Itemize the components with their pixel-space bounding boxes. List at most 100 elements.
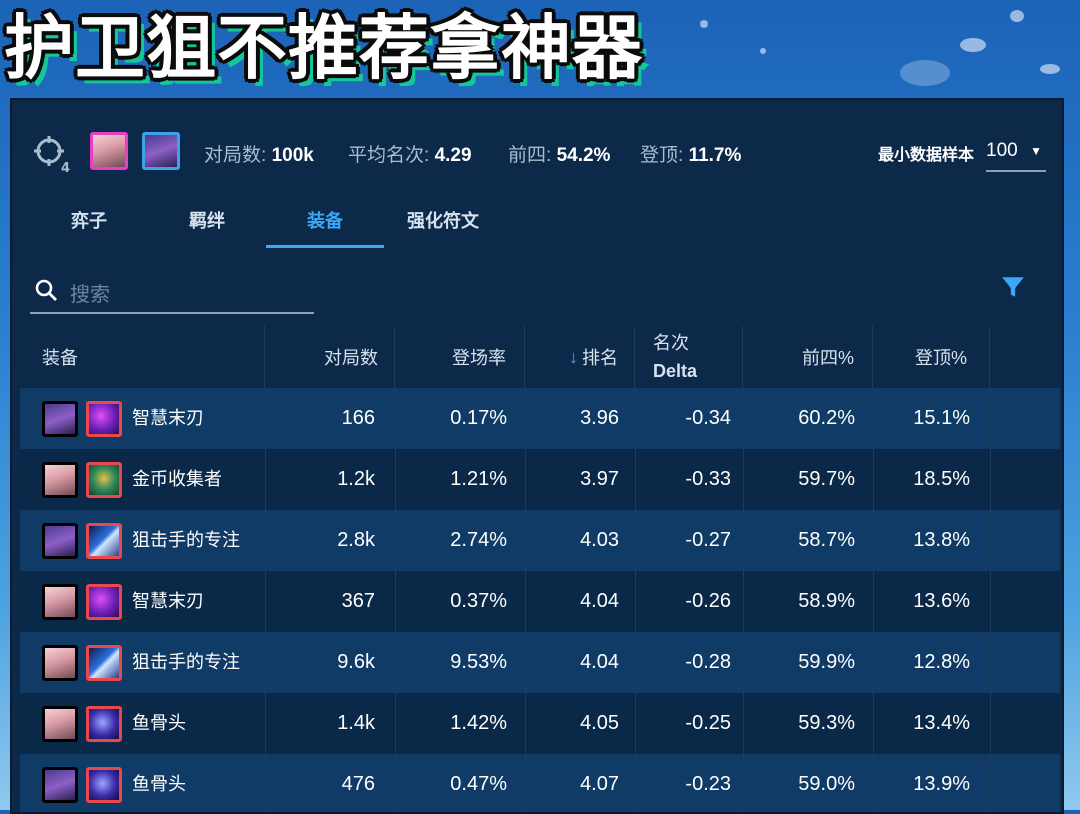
svg-text:4: 4 xyxy=(61,161,70,174)
item-name: 鱼骨头 xyxy=(132,774,186,794)
cell-pick-rate: 0.37% xyxy=(450,590,507,612)
tab-augments[interactable]: 强化符文 xyxy=(384,196,502,248)
cell-win: 13.9% xyxy=(913,773,970,795)
fish-bones-icon[interactable] xyxy=(86,767,122,803)
table-header: 装备 对局数 登场率 ↓ 排名 名次 Delta 前四% 登顶% xyxy=(20,326,1060,388)
cell-win: 15.1% xyxy=(913,407,970,429)
cell-delta: -0.34 xyxy=(685,407,731,429)
table-row[interactable]: 智慧末刃 367 0.37% 4.04 -0.26 58.9% 13.6% xyxy=(20,571,1060,632)
cell-win: 13.8% xyxy=(913,529,970,551)
item-name: 鱼骨头 xyxy=(132,713,186,733)
cell-delta: -0.33 xyxy=(685,468,731,490)
column-divider xyxy=(990,632,991,693)
filter-icon[interactable] xyxy=(1000,274,1026,300)
col-header-place[interactable]: ↓ 排名 xyxy=(525,326,635,388)
champion-avatar[interactable] xyxy=(42,706,78,742)
cell-delta: -0.27 xyxy=(685,529,731,551)
champion-avatar[interactable] xyxy=(42,767,78,803)
column-divider xyxy=(990,449,991,510)
search-icon xyxy=(35,279,57,301)
cell-win: 13.4% xyxy=(913,712,970,734)
arrow-down-icon: ↓ xyxy=(569,346,578,367)
item-name: 智慧末刃 xyxy=(132,408,204,428)
sniper-focus-icon[interactable] xyxy=(86,523,122,559)
col-header-top4[interactable]: 前四% xyxy=(743,326,873,388)
banner-title: 护卫狙不推荐拿神器 xyxy=(4,7,643,89)
team-comp-icon: 4 xyxy=(34,136,70,174)
fish-bones-icon[interactable] xyxy=(86,706,122,742)
cell-place: 4.04 xyxy=(580,651,619,673)
min-sample-value: 100 xyxy=(986,140,1018,161)
stat-top4: 前四: 54.2% xyxy=(508,145,611,166)
tab-champions[interactable]: 弈子 xyxy=(30,196,148,248)
cell-delta: -0.25 xyxy=(685,712,731,734)
cell-top4: 59.9% xyxy=(798,651,855,673)
table-row[interactable]: 鱼骨头 1.4k 1.42% 4.05 -0.25 59.3% 13.4% xyxy=(20,693,1060,754)
cell-games: 166 xyxy=(341,407,375,429)
search-field[interactable]: 搜索 xyxy=(30,270,314,314)
champion-avatar[interactable] xyxy=(42,401,78,437)
summary-bar: 4 对局数: 100k 平均名次: 4.29 前四: 54.2% 登顶: 11.… xyxy=(12,100,1062,200)
cell-win: 13.6% xyxy=(913,590,970,612)
cell-place: 4.03 xyxy=(580,529,619,551)
column-divider xyxy=(990,693,991,754)
min-sample-label: 最小数据样本 xyxy=(877,147,974,164)
wisdom-blade-icon[interactable] xyxy=(86,401,122,437)
table-row[interactable]: 狙击手的专注 2.8k 2.74% 4.03 -0.27 58.7% 13.8% xyxy=(20,510,1060,571)
item-name: 狙击手的专注 xyxy=(132,530,240,550)
column-divider xyxy=(990,754,991,812)
stat-avg-place: 平均名次: 4.29 xyxy=(348,145,472,166)
cell-pick-rate: 2.74% xyxy=(450,529,507,551)
cell-top4: 58.9% xyxy=(798,590,855,612)
cell-pick-rate: 1.42% xyxy=(450,712,507,734)
champion-avatar-blue[interactable] xyxy=(142,132,180,170)
cell-top4: 59.7% xyxy=(798,468,855,490)
table-row[interactable]: 鱼骨头 476 0.47% 4.07 -0.23 59.0% 13.9% xyxy=(20,754,1060,812)
cell-top4: 60.2% xyxy=(798,407,855,429)
cell-place: 4.05 xyxy=(580,712,619,734)
col-header-win[interactable]: 登顶% xyxy=(873,326,990,388)
tab-traits[interactable]: 羁绊 xyxy=(148,196,266,248)
champion-avatar[interactable] xyxy=(42,645,78,681)
cell-place: 3.97 xyxy=(580,468,619,490)
stat-games: 对局数: 100k xyxy=(204,145,314,166)
item-name: 智慧末刃 xyxy=(132,591,204,611)
cell-games: 476 xyxy=(341,773,375,795)
col-header-delta[interactable]: 名次 Delta xyxy=(635,326,743,388)
caret-down-icon: ▼ xyxy=(1030,144,1042,158)
table-row[interactable]: 智慧末刃 166 0.17% 3.96 -0.34 60.2% 15.1% xyxy=(20,388,1060,449)
champion-avatar-pink[interactable] xyxy=(90,132,128,170)
gold-collector-icon[interactable] xyxy=(86,462,122,498)
wisdom-blade-icon[interactable] xyxy=(86,584,122,620)
sniper-focus-icon[interactable] xyxy=(86,645,122,681)
col-header-pick-rate[interactable]: 登场率 xyxy=(395,326,525,388)
item-name: 狙击手的专注 xyxy=(132,652,240,672)
cell-games: 1.4k xyxy=(337,712,375,734)
cell-top4: 58.7% xyxy=(798,529,855,551)
table-row[interactable]: 金币收集者 1.2k 1.21% 3.97 -0.33 59.7% 18.5% xyxy=(20,449,1060,510)
col-header-item[interactable]: 装备 xyxy=(20,326,265,388)
column-divider xyxy=(990,571,991,632)
cell-games: 1.2k xyxy=(337,468,375,490)
champion-avatar[interactable] xyxy=(42,462,78,498)
cell-games: 2.8k xyxy=(337,529,375,551)
stats-panel: 4 对局数: 100k 平均名次: 4.29 前四: 54.2% 登顶: 11.… xyxy=(10,98,1064,814)
cell-win: 12.8% xyxy=(913,651,970,673)
cell-place: 4.07 xyxy=(580,773,619,795)
col-header-games[interactable]: 对局数 xyxy=(265,326,395,388)
stat-win: 登顶: 11.7% xyxy=(640,145,742,166)
cell-games: 367 xyxy=(341,590,375,612)
champion-avatar[interactable] xyxy=(42,523,78,559)
cell-delta: -0.26 xyxy=(685,590,731,612)
cell-pick-rate: 9.53% xyxy=(450,651,507,673)
col-header-delta-line1: 名次 xyxy=(653,333,689,353)
cell-pick-rate: 0.47% xyxy=(450,773,507,795)
champion-avatar[interactable] xyxy=(42,584,78,620)
column-divider xyxy=(990,510,991,571)
min-sample-select[interactable]: 100 ▼ xyxy=(986,132,1046,172)
cell-games: 9.6k xyxy=(337,651,375,673)
tab-items[interactable]: 装备 xyxy=(266,196,384,248)
cell-top4: 59.3% xyxy=(798,712,855,734)
table-row[interactable]: 狙击手的专注 9.6k 9.53% 4.04 -0.28 59.9% 12.8% xyxy=(20,632,1060,693)
cell-win: 18.5% xyxy=(913,468,970,490)
